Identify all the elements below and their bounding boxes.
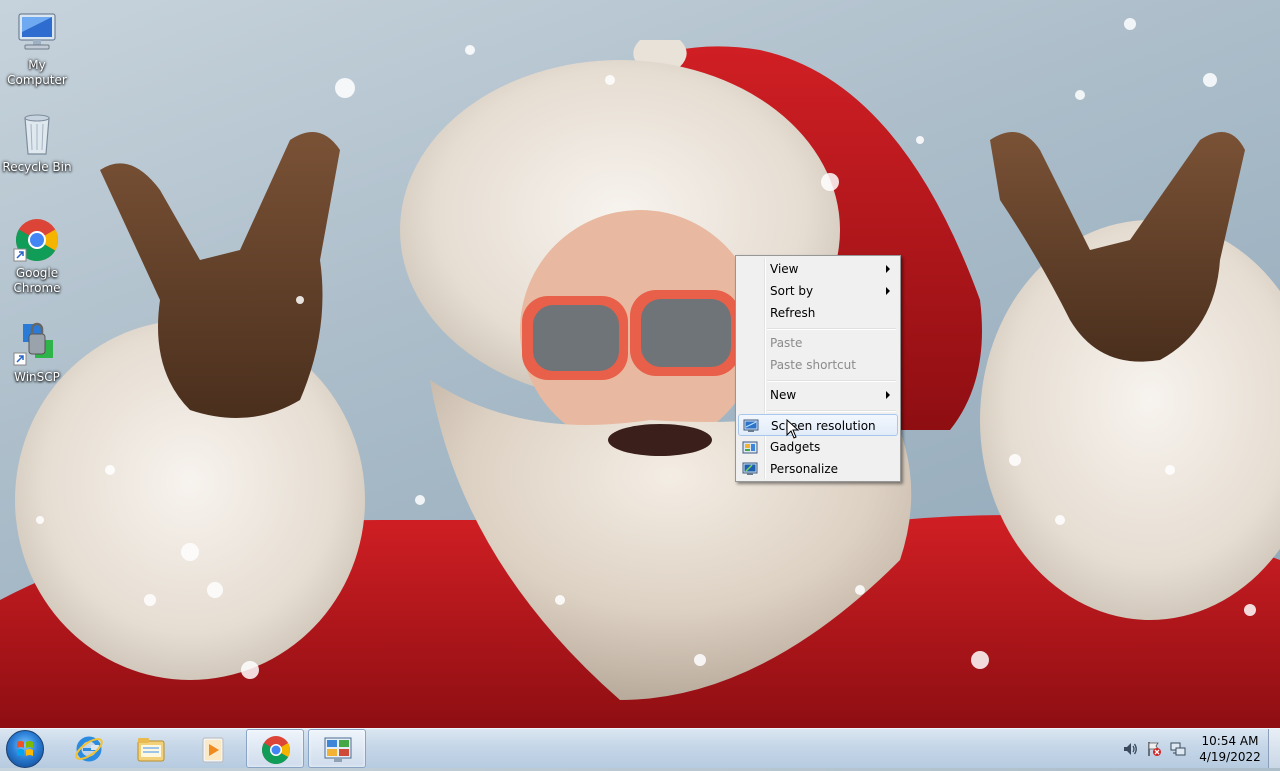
desktop-icon-label: Chrome — [13, 281, 61, 295]
mouse-cursor-icon — [786, 419, 800, 439]
personalize-icon — [742, 461, 758, 477]
taskbar-control-panel[interactable] — [308, 729, 366, 768]
submenu-arrow-icon — [886, 265, 890, 273]
desktop-icon-label: Recycle Bin — [2, 160, 72, 174]
desktop-icon-my-computer[interactable]: My Computer — [0, 8, 74, 88]
media-player-icon — [197, 733, 229, 765]
winscp-icon — [13, 320, 61, 368]
taskbar-google-chrome[interactable] — [246, 729, 304, 768]
menu-item-label: Sort by — [770, 284, 814, 298]
desktop-icon-label: Google — [15, 266, 59, 280]
internet-explorer-icon — [73, 733, 105, 765]
menu-item-label: Paste shortcut — [770, 358, 856, 372]
menu-item-personalize[interactable]: Personalize — [738, 458, 898, 480]
network-icon[interactable] — [1170, 741, 1186, 757]
recycle-bin-icon — [13, 110, 61, 158]
volume-icon[interactable] — [1122, 741, 1138, 757]
menu-item-label: Refresh — [770, 306, 816, 320]
monitor-icon — [743, 418, 759, 434]
submenu-arrow-icon — [886, 391, 890, 399]
clock-date: 4/19/2022 — [1199, 750, 1261, 764]
taskbar: 10:54 AM 4/19/2022 — [0, 728, 1280, 768]
computer-icon — [13, 8, 61, 56]
menu-item-label: Paste — [770, 336, 803, 350]
windows-logo-icon — [17, 741, 33, 756]
desktop-icon-label: Computer — [7, 73, 67, 87]
start-button[interactable] — [6, 730, 44, 768]
taskbar-file-explorer[interactable] — [122, 729, 180, 768]
menu-item-sort-by[interactable]: Sort by — [738, 280, 898, 302]
menu-item-label: New — [770, 388, 797, 402]
desktop-icon-label: My — [28, 58, 46, 72]
desktop-icon-winscp[interactable]: WinSCP — [0, 320, 74, 385]
chrome-icon — [13, 216, 61, 264]
menu-item-new[interactable]: New — [738, 384, 898, 406]
menu-item-label: Gadgets — [770, 440, 821, 454]
santa-wallpaper-image — [0, 18, 1280, 728]
menu-item-refresh[interactable]: Refresh — [738, 302, 898, 324]
desktop-icon-label: WinSCP — [14, 370, 60, 384]
menu-item-paste[interactable]: Paste — [738, 332, 898, 354]
taskbar-media-player[interactable] — [184, 729, 242, 768]
submenu-arrow-icon — [886, 287, 890, 295]
menu-separator — [767, 380, 896, 382]
menu-separator — [767, 328, 896, 330]
file-explorer-icon — [135, 733, 167, 765]
gadgets-icon — [742, 439, 758, 455]
clock-time: 10:54 AM — [1201, 734, 1259, 748]
menu-item-view[interactable]: View — [738, 258, 898, 280]
menu-separator — [767, 410, 896, 412]
desktop-icon-recycle-bin[interactable]: Recycle Bin — [0, 110, 74, 175]
taskbar-clock[interactable]: 10:54 AM 4/19/2022 — [1197, 733, 1263, 765]
menu-item-screen-resolution[interactable]: Screen resolution — [738, 414, 898, 436]
desktop-context-menu: View Sort by Refresh Paste Paste shortcu… — [735, 255, 901, 482]
control-panel-icon — [322, 734, 354, 766]
menu-item-paste-shortcut[interactable]: Paste shortcut — [738, 354, 898, 376]
taskbar-internet-explorer[interactable] — [60, 729, 118, 768]
desktop-icon-google-chrome[interactable]: Google Chrome — [0, 216, 74, 296]
desktop-wallpaper[interactable] — [0, 0, 1280, 728]
show-desktop-button[interactable] — [1268, 729, 1280, 768]
action-center-flag-icon[interactable] — [1146, 741, 1162, 757]
menu-item-label: Personalize — [770, 462, 839, 476]
chrome-icon — [260, 734, 292, 766]
menu-item-gadgets[interactable]: Gadgets — [738, 436, 898, 458]
menu-item-label: View — [770, 262, 799, 276]
